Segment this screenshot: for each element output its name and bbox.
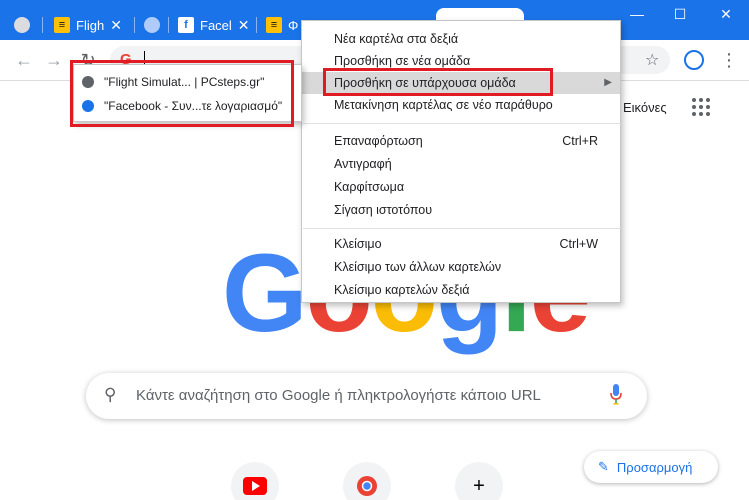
shortcut-youtube[interactable] xyxy=(231,462,279,500)
tab-separator xyxy=(256,17,257,33)
menu-item-shortcut: Ctrl+R xyxy=(562,134,598,148)
back-arrow-icon[interactable]: ← xyxy=(14,50,34,71)
facebook-favicon-icon: f xyxy=(178,17,194,33)
tab-facebook[interactable]: f Facel ✕ xyxy=(178,10,250,40)
tab-close-icon[interactable]: ✕ xyxy=(110,17,122,34)
profile-avatar[interactable] xyxy=(684,50,704,70)
bookmark-star-icon[interactable]: ☆ xyxy=(645,50,659,70)
menu-item-shortcut: Ctrl+W xyxy=(559,237,598,251)
pcsteps-favicon-icon: ≡ xyxy=(266,17,282,33)
close-window-button[interactable]: ✕ xyxy=(706,6,746,23)
menu-item-close-other-tabs[interactable]: Κλείσιμο των άλλων καρτελών xyxy=(302,256,620,278)
search-icon: ⚲ xyxy=(104,385,117,404)
tab-group-dot-icon xyxy=(14,17,30,33)
tab-group-blue[interactable] xyxy=(144,10,166,40)
menu-divider xyxy=(303,228,621,229)
customize-label: Προσαρμογή xyxy=(616,459,693,475)
tab-close-icon[interactable]: ✕ xyxy=(238,17,250,34)
minimize-button[interactable]: — xyxy=(617,6,657,22)
customize-button[interactable]: ✎ Προσαρμογή xyxy=(584,451,718,483)
menu-item-new-tab-right[interactable]: Νέα καρτέλα στα δεξιά xyxy=(302,28,620,50)
pencil-icon: ✎ xyxy=(598,459,609,474)
tab-context-menu: Νέα καρτέλα στα δεξιά Προσθήκη σε νέα ομ… xyxy=(301,20,621,303)
tab-flight-simulator[interactable]: ≡ Fligh ✕ xyxy=(54,10,122,40)
images-link[interactable]: Εικόνες xyxy=(623,100,667,115)
microphone-icon[interactable] xyxy=(610,384,622,406)
google-search-box[interactable]: ⚲ Κάντε αναζήτηση στο Google ή πληκτρολο… xyxy=(86,373,647,419)
tab-separator xyxy=(134,17,135,33)
tab-group-grey[interactable] xyxy=(14,10,36,40)
menu-item-mute-site[interactable]: Σίγαση ιστοτόπου xyxy=(302,199,620,221)
menu-item-duplicate[interactable]: Αντιγραφή xyxy=(302,153,620,175)
menu-item-label: Νέα καρτέλα στα δεξιά xyxy=(334,32,459,46)
tab-separator xyxy=(168,17,169,33)
menu-item-move-to-new-window[interactable]: Μετακίνηση καρτέλας σε νέο παράθυρο xyxy=(302,94,620,116)
menu-item-label: Κλείσιμο καρτελών δεξιά xyxy=(334,283,470,297)
tab-separator xyxy=(42,17,43,33)
chrome-icon xyxy=(357,476,377,496)
youtube-icon xyxy=(243,477,267,495)
menu-item-label: Σίγαση ιστοτόπου xyxy=(334,203,433,217)
menu-item-close-tabs-right[interactable]: Κλείσιμο καρτελών δεξιά xyxy=(302,279,620,301)
search-placeholder: Κάντε αναζήτηση στο Google ή πληκτρολογή… xyxy=(136,387,541,404)
tab-label: Fligh xyxy=(76,17,105,33)
menu-item-label: Προσθήκη σε νέα ομάδα xyxy=(334,54,471,68)
submenu-arrow-icon: ▶ xyxy=(604,77,612,88)
menu-item-label: Επαναφόρτωση xyxy=(334,134,423,148)
tab-label: Facel xyxy=(200,17,232,33)
menu-item-pin[interactable]: Καρφίτσωμα xyxy=(302,176,620,198)
highlight-box-menu-item xyxy=(323,68,553,96)
menu-divider xyxy=(303,123,621,124)
menu-kebab-icon[interactable]: ⋮ xyxy=(720,50,738,71)
menu-item-label: Κλείσιμο xyxy=(334,237,382,251)
menu-item-label: Καρφίτσωμα xyxy=(334,180,405,194)
highlight-box-submenu xyxy=(70,60,294,127)
tab-group-dot-icon xyxy=(144,17,160,33)
menu-item-reload[interactable]: Επαναφόρτωση Ctrl+R xyxy=(302,130,620,152)
menu-item-label: Κλείσιμο των άλλων καρτελών xyxy=(334,260,502,274)
menu-item-label: Μετακίνηση καρτέλας σε νέο παράθυρο xyxy=(334,98,553,112)
tab-pcsteps[interactable]: ≡ Φ xyxy=(266,10,298,40)
tab-label: Φ xyxy=(288,17,299,33)
maximize-button[interactable]: ☐ xyxy=(660,6,700,23)
menu-item-label: Αντιγραφή xyxy=(334,157,392,171)
shortcut-chrome-store[interactable] xyxy=(343,462,391,500)
forward-arrow-icon[interactable]: → xyxy=(44,50,64,71)
add-shortcut-button[interactable]: + xyxy=(455,462,503,500)
pcsteps-favicon-icon: ≡ xyxy=(54,17,70,33)
apps-grid-icon[interactable] xyxy=(692,98,710,116)
menu-item-close[interactable]: Κλείσιμο Ctrl+W xyxy=(302,233,620,255)
